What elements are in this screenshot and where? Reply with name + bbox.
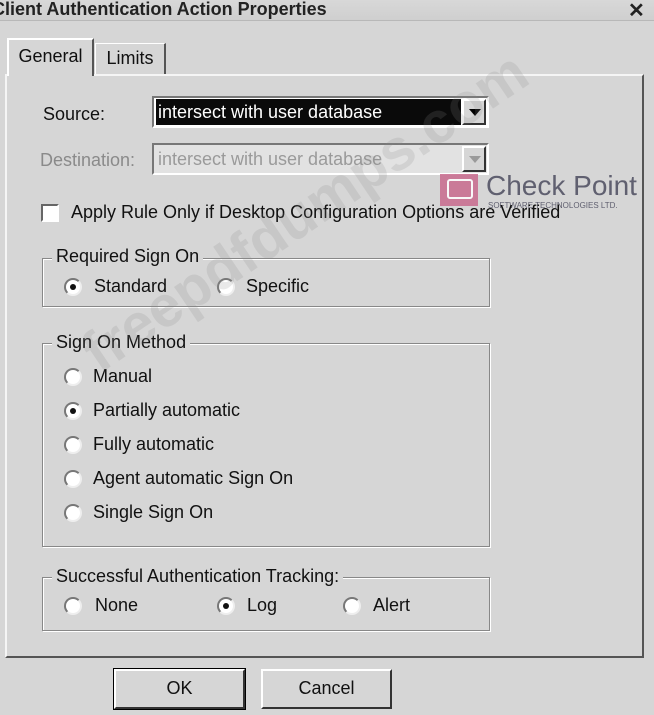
agent-automatic-sign-on-radio[interactable] (64, 470, 82, 488)
fully-automatic-radio[interactable] (64, 436, 82, 454)
standard-radio[interactable] (64, 278, 82, 296)
manual-label[interactable]: Manual (93, 366, 152, 387)
tracking-alert-radio[interactable] (343, 597, 361, 615)
window-title: Client Authentication Action Properties (0, 0, 327, 19)
manual-radio[interactable] (64, 368, 82, 386)
apply-rule-label[interactable]: Apply Rule Only if Desktop Configuration… (71, 202, 560, 223)
tracking-alert-label[interactable]: Alert (373, 595, 410, 616)
source-dropdown[interactable]: intersect with user database (152, 96, 489, 128)
source-value: intersect with user database (156, 99, 461, 125)
tab-general[interactable]: General (7, 38, 94, 76)
tracking-none-label[interactable]: None (95, 595, 138, 616)
partially-automatic-radio[interactable] (64, 402, 82, 420)
single-sign-on-label[interactable]: Single Sign On (93, 502, 213, 523)
agent-automatic-sign-on-label[interactable]: Agent automatic Sign On (93, 468, 293, 489)
destination-dropdown: intersect with user database (152, 143, 489, 175)
close-icon[interactable]: ✕ (628, 0, 645, 23)
chevron-down-icon[interactable] (462, 99, 486, 125)
partially-automatic-label[interactable]: Partially automatic (93, 400, 240, 421)
title-bar[interactable]: Client Authentication Action Properties … (0, 0, 654, 23)
fully-automatic-label[interactable]: Fully automatic (93, 434, 214, 455)
destination-label: Destination: (40, 150, 136, 170)
tracking-log-label[interactable]: Log (247, 595, 277, 616)
ok-button[interactable]: OK (113, 668, 246, 710)
chevron-down-icon (462, 146, 486, 172)
tab-limits[interactable]: Limits (95, 43, 166, 76)
specific-radio[interactable] (217, 278, 235, 296)
tracking-none-radio[interactable] (64, 597, 82, 615)
destination-value: intersect with user database (158, 149, 383, 169)
source-label: Source: (43, 104, 106, 124)
tracking-legend: Successful Authentication Tracking: (52, 566, 344, 587)
single-sign-on-radio[interactable] (64, 504, 82, 522)
cancel-button[interactable]: Cancel (261, 669, 392, 709)
apply-rule-checkbox[interactable] (41, 204, 59, 222)
tracking-log-radio[interactable] (217, 597, 235, 615)
standard-label[interactable]: Standard (94, 276, 167, 297)
sign-on-method-legend: Sign On Method (52, 332, 191, 353)
specific-label[interactable]: Specific (246, 276, 309, 297)
check-point-logo-text: Check Point (486, 170, 637, 201)
required-sign-on-legend: Required Sign On (52, 246, 204, 267)
